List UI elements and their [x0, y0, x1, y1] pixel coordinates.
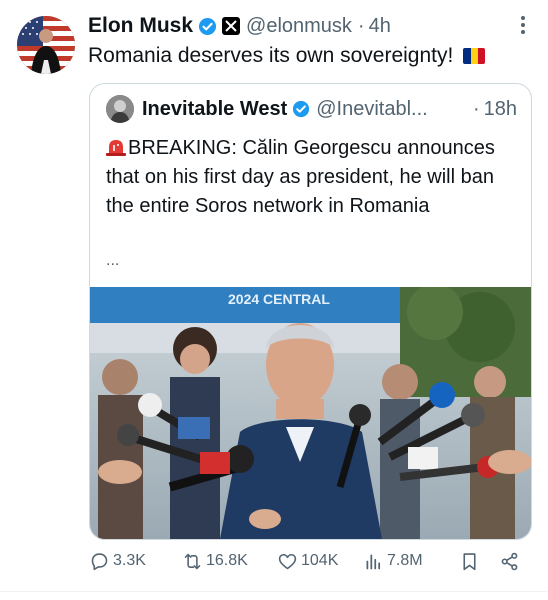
share-button[interactable]	[499, 548, 523, 574]
heart-icon	[278, 553, 297, 569]
reply-icon	[91, 552, 108, 570]
quoted-tweet[interactable]: Inevitable West @Inevitabl... · 18h BREA…	[89, 83, 532, 540]
author-avatar[interactable]	[17, 16, 75, 74]
author-name[interactable]: Elon Musk	[88, 14, 193, 38]
tweet-text-row: Romania deserves its own sovereignty!	[88, 44, 486, 68]
share-icon	[501, 552, 518, 570]
romania-flag-icon	[463, 48, 486, 64]
quoted-tweet-header: Inevitable West @Inevitabl... · 18h	[106, 95, 517, 123]
quoted-tweet-body: BREAKING: Călin Georgescu announces that…	[106, 134, 516, 221]
repost-count: 16.8K	[206, 552, 248, 569]
photo-banner-text: 2024 CENTRAL	[228, 291, 330, 307]
author-handle[interactable]: @elonmusk	[246, 15, 352, 38]
siren-icon	[106, 136, 126, 156]
quoted-time-separator: ·	[472, 97, 480, 120]
repost-button[interactable]: 16.8K	[182, 548, 248, 574]
tweet-actions: 3.3K 16.8K 104K 7.8M	[89, 548, 529, 574]
verified-badge-icon	[198, 17, 217, 36]
tweet-time[interactable]: 4h	[369, 15, 391, 38]
views-button[interactable]: 7.8M	[363, 548, 423, 574]
divider	[0, 591, 548, 592]
quoted-author-handle: @Inevitabl...	[316, 97, 428, 120]
more-options-icon[interactable]	[520, 16, 526, 36]
reply-button[interactable]: 3.3K	[89, 548, 146, 574]
quoted-tweet-time: 18h	[483, 97, 517, 120]
quoted-author-name: Inevitable West	[142, 97, 288, 120]
quoted-verified-badge-icon	[292, 100, 310, 118]
bookmark-icon	[463, 552, 476, 570]
bookmark-button[interactable]	[459, 548, 483, 574]
time-separator: ·	[357, 14, 365, 37]
tweet-header: Elon Musk @elonmusk · 4h	[88, 11, 528, 41]
like-button[interactable]: 104K	[277, 548, 338, 574]
x-affiliation-icon	[222, 17, 241, 35]
tweet-text: Romania deserves its own sovereignty!	[88, 44, 454, 67]
tweet-card[interactable]: Elon Musk @elonmusk · 4h Romania deserve…	[0, 0, 548, 600]
views-chart-icon	[366, 554, 381, 569]
quoted-tweet-text: BREAKING: Călin Georgescu announces that…	[106, 137, 495, 217]
like-count: 104K	[301, 552, 339, 569]
view-count: 7.8M	[387, 552, 423, 569]
reply-count: 3.3K	[113, 552, 146, 569]
repost-icon	[184, 553, 201, 569]
quoted-tweet-photo[interactable]: 2024 CENTRAL	[90, 287, 531, 539]
quoted-tweet-ellipsis: ...	[106, 252, 120, 269]
quoted-author-avatar	[106, 95, 134, 123]
